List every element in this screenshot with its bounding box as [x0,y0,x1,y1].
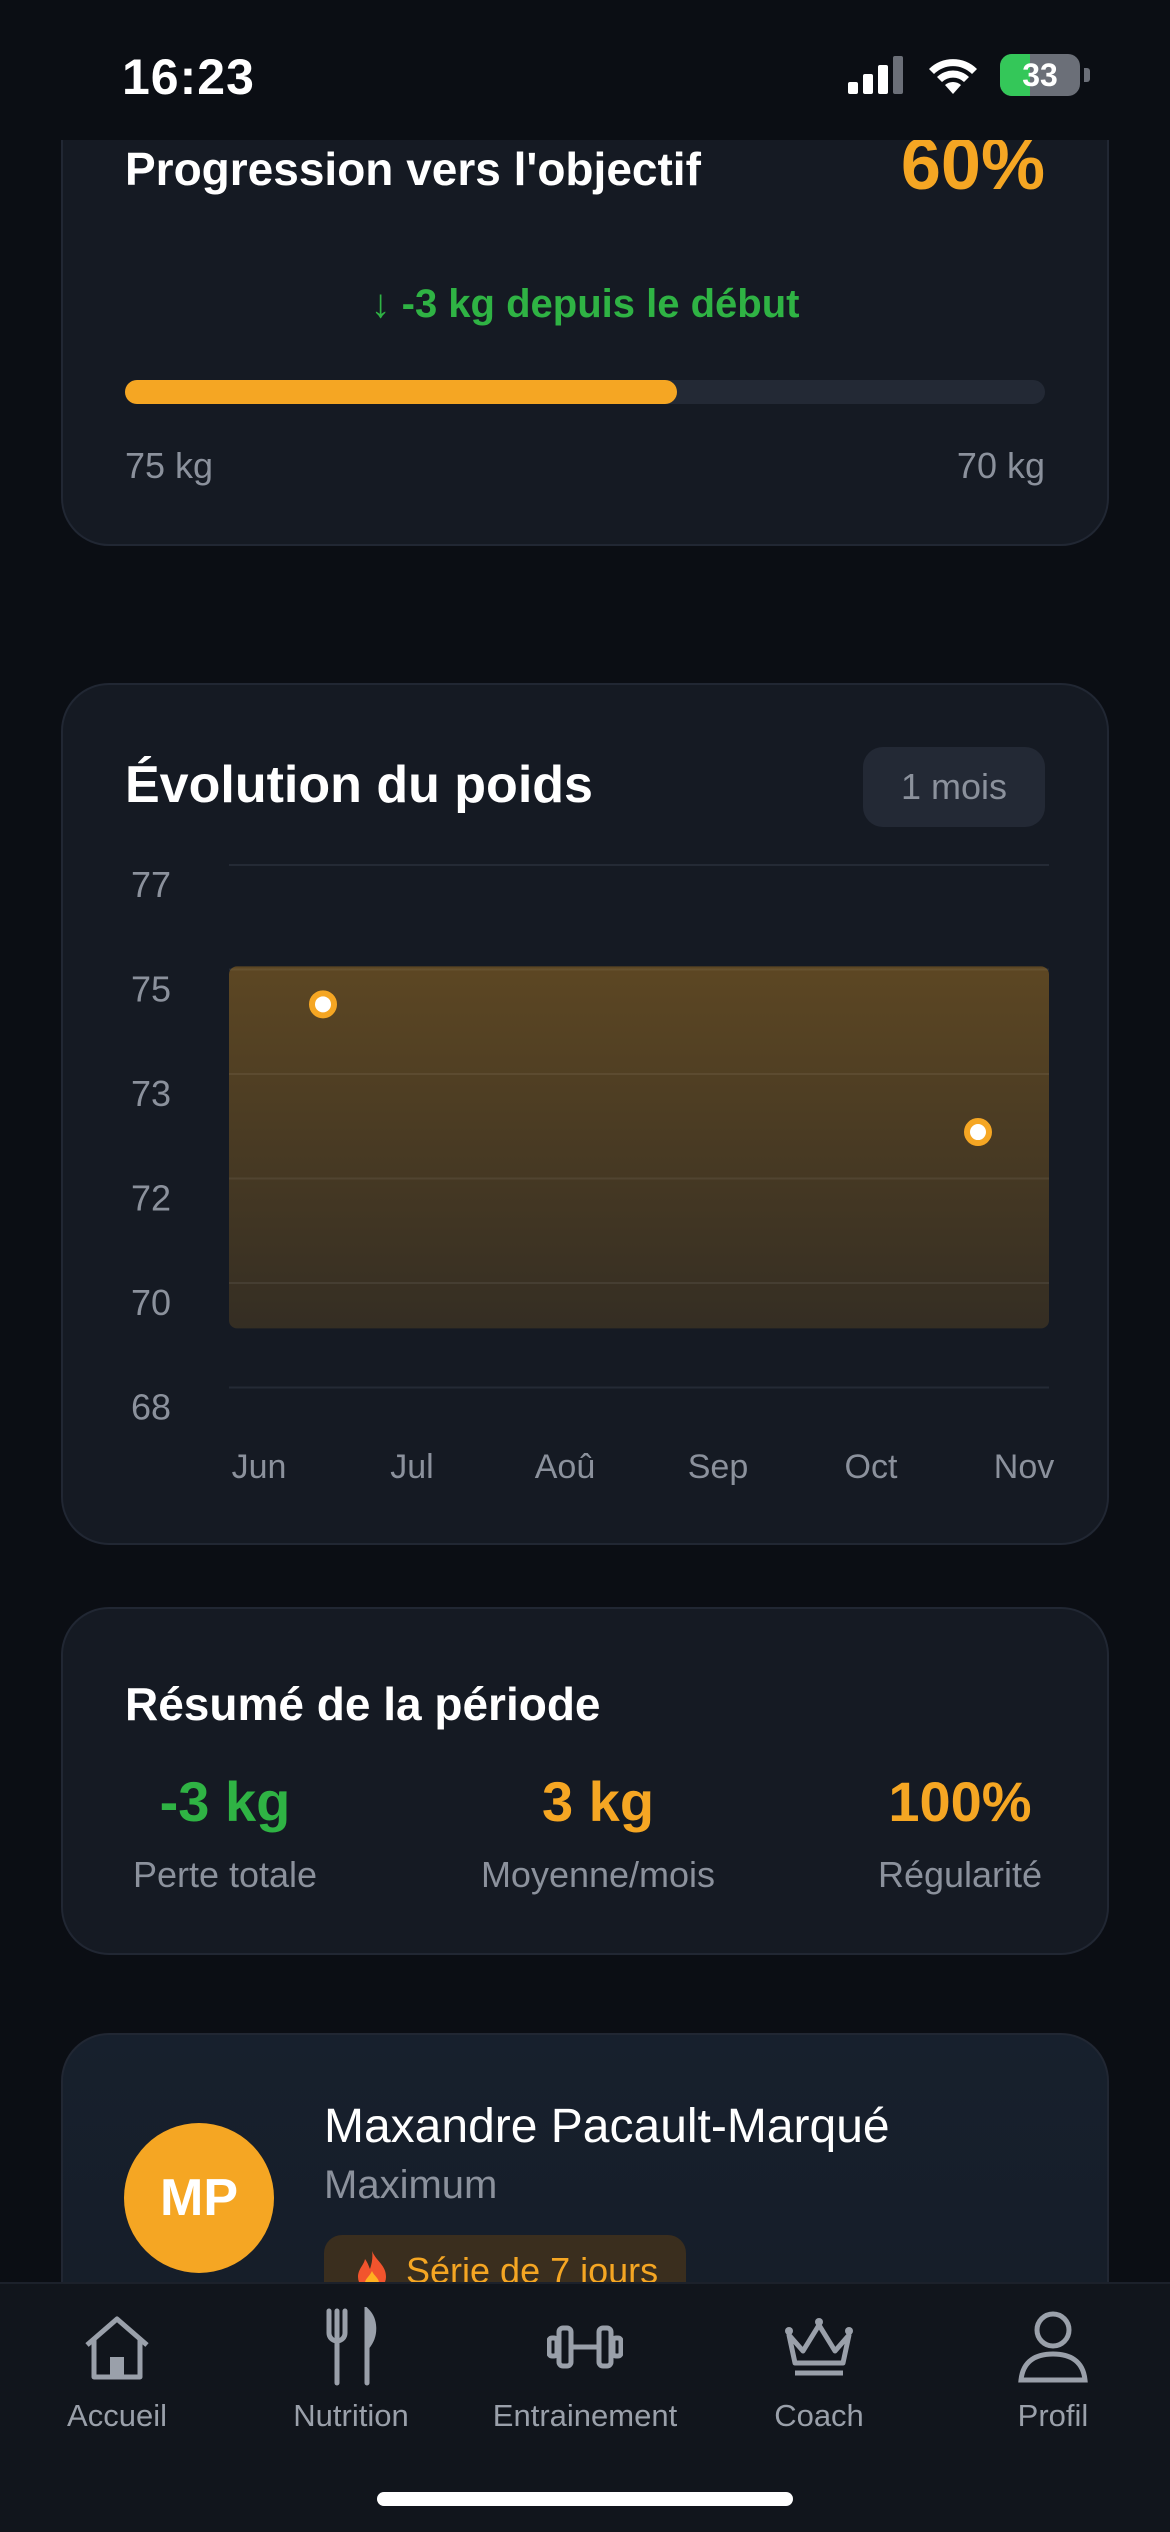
battery-icon: 33 [1000,54,1080,96]
stat-total-loss: -3 kg Perte totale [125,1769,325,1896]
stat-value: 3 kg [541,1770,655,1833]
y-tick-label: 68 [131,1387,171,1428]
data-point [309,990,337,1019]
progress-title: Progression vers l'objectif [125,143,701,195]
tab-accueil[interactable]: Accueil [0,2304,234,2454]
x-tick-label: Oct [845,1448,898,1486]
progress-bar [125,380,1045,404]
tab-label: Entrainement [492,2398,678,2433]
data-point [964,1118,992,1147]
avatar: MP [124,2123,274,2273]
y-tick-label: 70 [131,1282,171,1323]
tab-label: Nutrition [293,2398,409,2433]
progress-bar-fill [125,380,677,404]
tab-entrainement[interactable]: Entrainement [468,2304,702,2454]
dumbbell-icon [540,2304,630,2390]
profile-name: Maxandre Pacault-Marqué [324,2100,890,2153]
battery-level: 33 [1022,56,1058,93]
weight-chart: 77 75 73 72 70 68 Jun Jul Aoû Sep Oct Nov [131,864,1054,1486]
progress-delta: ↓ -3 kg depuis le début [370,282,800,326]
x-tick-label: Jul [390,1448,433,1486]
tab-nutrition[interactable]: Nutrition [234,2304,468,2454]
stat-regularity: 100% Régularité [875,1769,1045,1896]
y-tick-label: 77 [131,864,171,905]
summary-title: Résumé de la période [125,1678,601,1730]
profile-subtitle: Maximum [324,2163,498,2207]
y-tick-label: 73 [131,1073,171,1114]
y-tick-label: 72 [131,1178,171,1219]
tab-label: Accueil [67,2398,167,2433]
status-bar: 16:23 33 [0,0,1170,140]
cellular-signal-icon [848,56,903,94]
crown-icon [774,2304,864,2390]
tab-label: Coach [774,2398,864,2433]
fork-knife-icon [306,2304,396,2390]
stat-monthly-average: 3 kg Moyenne/mois [475,1769,721,1896]
x-tick-label: Aoû [535,1448,596,1486]
tab-profil[interactable]: Profil [936,2304,1170,2454]
weight-chart-card: Évolution du poids 1 mois 77 75 73 72 70 68 Ju… [61,683,1109,1545]
person-icon [1008,2304,1098,2390]
stat-value: 100% [888,1770,1032,1833]
progress-goal-weight: 70 kg [956,445,1045,486]
x-tick-label: Sep [688,1448,749,1486]
status-time: 16:23 [122,49,255,105]
tab-label: Profil [1017,2398,1089,2433]
x-tick-label: Jun [232,1448,287,1486]
tab-coach[interactable]: Coach [702,2304,936,2454]
stat-label: Régularité [877,1854,1043,1895]
home-icon [72,2304,162,2390]
stat-value: -3 kg [159,1770,291,1833]
stat-label: Perte totale [132,1854,318,1895]
weight-area [229,966,1049,1329]
status-icons: 33 [848,54,1090,96]
progress-start-weight: 75 kg [125,445,214,486]
stat-label: Moyenne/mois [480,1854,716,1895]
goal-progress-card: Progression vers l'objectif 60% ↓ -3 kg … [61,90,1109,546]
x-tick-label: Nov [994,1448,1054,1486]
y-tick-label: 75 [131,969,171,1010]
period-summary-card: Résumé de la période -3 kg Perte totale … [61,1607,1109,1955]
home-indicator [377,2492,793,2506]
wifi-icon [929,59,977,94]
